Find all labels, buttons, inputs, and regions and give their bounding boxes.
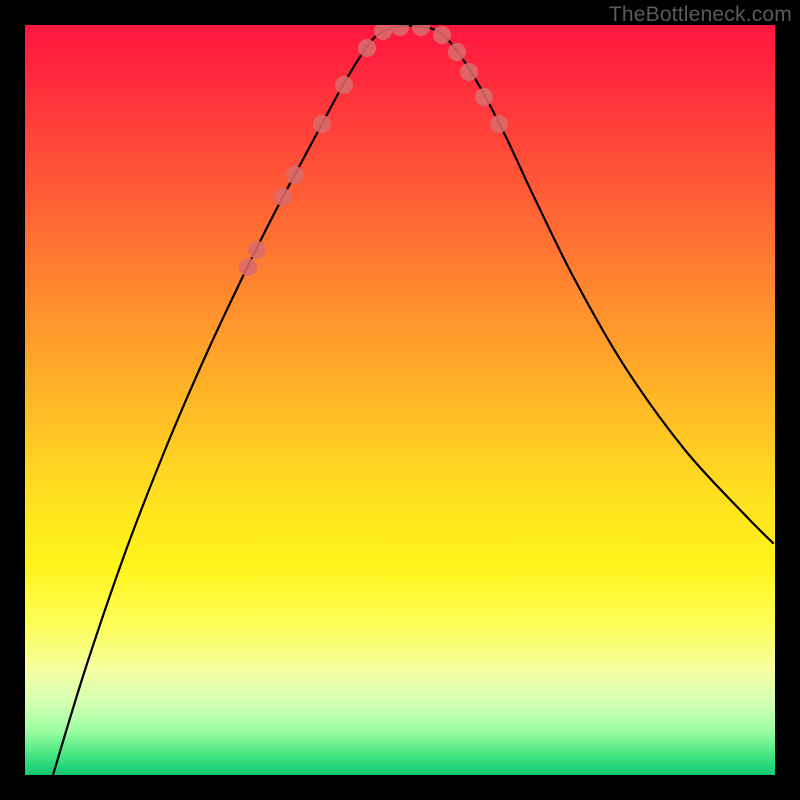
data-point: [448, 43, 466, 61]
data-point: [391, 25, 409, 36]
data-point: [239, 258, 257, 276]
watermark-text: TheBottleneck.com: [609, 3, 792, 27]
data-point: [433, 26, 451, 44]
data-point: [460, 63, 478, 81]
data-point: [248, 241, 266, 259]
data-point: [374, 25, 392, 40]
data-point: [358, 39, 376, 57]
chart-overlay: [25, 25, 775, 775]
plot-area: [25, 25, 775, 775]
data-point: [475, 88, 493, 106]
data-point: [286, 166, 304, 184]
data-point: [490, 115, 508, 133]
chart-frame: TheBottleneck.com: [0, 0, 800, 800]
bottleneck-curve: [53, 26, 773, 775]
marker-group: [239, 25, 508, 276]
data-point: [335, 76, 353, 94]
data-point: [313, 115, 331, 133]
data-point: [412, 25, 430, 36]
data-point: [274, 188, 292, 206]
